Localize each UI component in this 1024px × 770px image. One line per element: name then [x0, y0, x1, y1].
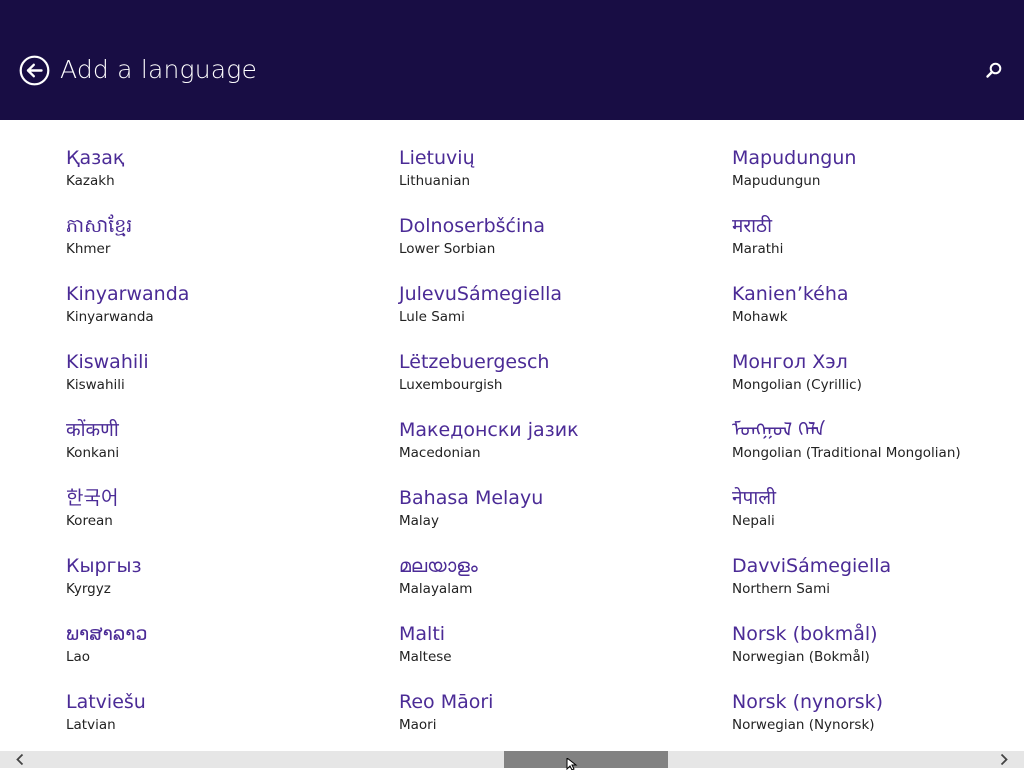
language-item-latvian[interactable]: Latviešu Latvian [66, 689, 366, 751]
language-english-name: Norwegian (Bokmål) [732, 649, 870, 665]
language-english-name: Lule Sami [399, 309, 465, 325]
language-english-name: Maori [399, 717, 437, 733]
language-native-name: DavviSámegiella [732, 555, 892, 577]
language-native-name: Қазақ [66, 147, 125, 169]
language-native-name: Norsk (nynorsk) [732, 691, 884, 713]
page-title: Add a language [60, 55, 258, 84]
language-english-name: Northern Sami [732, 581, 830, 597]
language-column-3: Mapudungun Mapudungun मराठी Marathi Kanien… [732, 145, 1024, 751]
language-native-name: मराठी [732, 215, 773, 237]
language-item-marathi[interactable]: मराठी Marathi [732, 213, 1024, 281]
language-native-name: Malti [399, 623, 446, 645]
language-english-name: Khmer [66, 241, 111, 257]
language-native-name: Mapudungun [732, 147, 857, 169]
language-item-nepali[interactable]: नेपाली Nepali [732, 485, 1024, 553]
language-native-name: Dolnoserbšćina [399, 215, 545, 237]
scrollbar-thumb[interactable] [504, 751, 668, 768]
mouse-pointer-icon [566, 758, 578, 770]
language-native-name: Македонски јазик [399, 419, 579, 441]
language-item-khmer[interactable]: ភាសាខ្មែរ Khmer [66, 213, 366, 281]
language-native-name: മലയാളം [399, 555, 478, 577]
language-item-lower-sorbian[interactable]: Dolnoserbšćina Lower Sorbian [399, 213, 699, 281]
app-header: Add a language [0, 0, 1024, 120]
language-english-name: Kazakh [66, 173, 115, 189]
language-english-name: Maltese [399, 649, 452, 665]
language-item-norwegian-bokmal[interactable]: Norsk (bokmål) Norwegian (Bokmål) [732, 621, 1024, 689]
language-item-norwegian-nynorsk[interactable]: Norsk (nynorsk) Norwegian (Nynorsk) [732, 689, 1024, 751]
language-native-name: 한국어 [66, 487, 119, 509]
language-english-name: Lithuanian [399, 173, 471, 189]
language-english-name: Mongolian (Traditional Mongolian) [732, 445, 961, 461]
language-english-name: Nepali [732, 513, 775, 529]
language-item-korean[interactable]: 한국어 Korean [66, 485, 366, 553]
language-native-name: ᠮᠣᠩᠭᠣᠯ ᠬᠡᠯᠡ [732, 419, 826, 441]
language-english-name: Norwegian (Nynorsk) [732, 717, 875, 733]
language-item-mapudungun[interactable]: Mapudungun Mapudungun [732, 145, 1024, 213]
language-item-malay[interactable]: Bahasa Melayu Malay [399, 485, 699, 553]
language-native-name: Bahasa Melayu [399, 487, 544, 509]
language-item-maltese[interactable]: Malti Maltese [399, 621, 699, 689]
language-list: Қазақ Kazakh ភាសាខ្មែរ Khmer Kinyarwanda Ki… [0, 120, 1024, 751]
language-item-mohawk[interactable]: Kanien’kéha Mohawk [732, 281, 1024, 349]
language-english-name: Luxembourgish [399, 377, 503, 393]
language-item-lao[interactable]: ພາສາລາວ Lao [66, 621, 366, 689]
back-arrow-circle-icon[interactable] [19, 55, 50, 86]
language-item-lithuanian[interactable]: Lietuvių Lithuanian [399, 145, 699, 213]
search-icon[interactable] [984, 60, 1004, 80]
language-english-name: Lower Sorbian [399, 241, 496, 257]
language-native-name: Latviešu [66, 691, 146, 713]
language-native-name: Kanien’kéha [732, 283, 849, 305]
language-english-name: Mohawk [732, 309, 788, 325]
language-column-1: Қазақ Kazakh ភាសាខ្មែរ Khmer Kinyarwanda Ki… [66, 145, 366, 751]
language-english-name: Konkani [66, 445, 120, 461]
language-native-name: Lietuvių [399, 147, 475, 169]
language-native-name: JulevuSámegiella [399, 283, 563, 305]
language-english-name: Mapudungun [732, 173, 821, 189]
language-item-kyrgyz[interactable]: Кыргыз Kyrgyz [66, 553, 366, 621]
language-native-name: Монгол Хэл [732, 351, 848, 373]
language-item-mongolian-cyrillic[interactable]: Монгол Хэл Mongolian (Cyrillic) [732, 349, 1024, 417]
language-english-name: Kyrgyz [66, 581, 111, 597]
language-english-name: Malayalam [399, 581, 473, 597]
language-english-name: Kinyarwanda [66, 309, 154, 325]
language-item-lule-sami[interactable]: JulevuSámegiella Lule Sami [399, 281, 699, 349]
language-item-konkani[interactable]: कोंकणी Konkani [66, 417, 366, 485]
language-item-macedonian[interactable]: Македонски јазик Macedonian [399, 417, 699, 485]
language-english-name: Mongolian (Cyrillic) [732, 377, 862, 393]
language-item-maori[interactable]: Reo Māori Maori [399, 689, 699, 751]
language-native-name: Norsk (bokmål) [732, 623, 878, 645]
language-native-name: Reo Māori [399, 691, 494, 713]
language-native-name: नेपाली [732, 487, 777, 509]
language-english-name: Kiswahili [66, 377, 125, 393]
language-item-kinyarwanda[interactable]: Kinyarwanda Kinyarwanda [66, 281, 366, 349]
chevron-right-icon[interactable] [995, 751, 1012, 768]
chevron-left-icon[interactable] [12, 751, 29, 768]
language-item-kazakh[interactable]: Қазақ Kazakh [66, 145, 366, 213]
language-column-2: Lietuvių Lithuanian Dolnoserbšćina Lower S… [399, 145, 699, 751]
language-native-name: Lëtzebuergesch [399, 351, 550, 373]
language-item-mongolian-traditional[interactable]: ᠮᠣᠩᠭᠣᠯ ᠬᠡᠯᠡ Mongolian (Traditional Mongol… [732, 417, 1024, 485]
language-english-name: Latvian [66, 717, 116, 733]
language-english-name: Korean [66, 513, 113, 529]
language-item-malayalam[interactable]: മലയാളം Malayalam [399, 553, 699, 621]
horizontal-scrollbar[interactable] [0, 751, 1024, 768]
language-native-name: Kinyarwanda [66, 283, 190, 305]
language-english-name: Marathi [732, 241, 784, 257]
language-item-kiswahili[interactable]: Kiswahili Kiswahili [66, 349, 366, 417]
language-native-name: Kiswahili [66, 351, 149, 373]
language-english-name: Malay [399, 513, 439, 529]
language-native-name: ພາສາລາວ [66, 623, 148, 645]
language-item-luxembourgish[interactable]: Lëtzebuergesch Luxembourgish [399, 349, 699, 417]
language-native-name: कोंकणी [66, 419, 119, 441]
language-native-name: Кыргыз [66, 555, 142, 577]
language-item-northern-sami[interactable]: DavviSámegiella Northern Sami [732, 553, 1024, 621]
language-english-name: Macedonian [399, 445, 481, 461]
language-native-name: ភាសាខ្មែរ [66, 215, 133, 237]
language-english-name: Lao [66, 649, 91, 665]
